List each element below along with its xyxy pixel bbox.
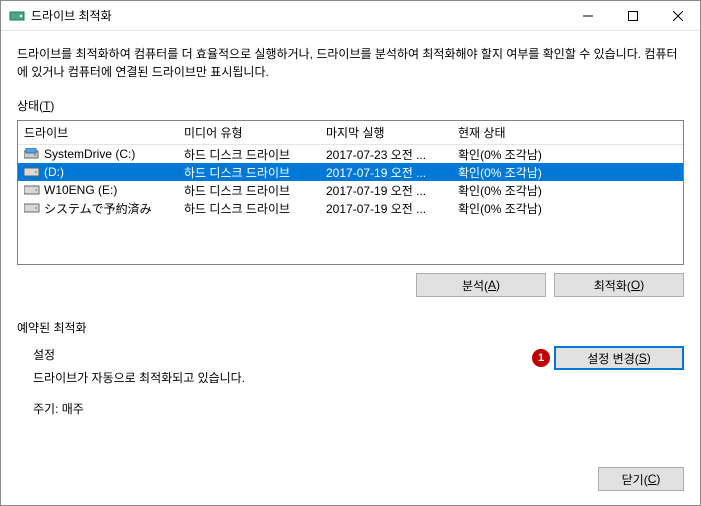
drive-name: (D:) — [44, 165, 64, 179]
frequency-line: 주기: 매주 — [33, 400, 532, 417]
last-run: 2017-07-23 오전 ... — [320, 145, 452, 164]
close-button[interactable] — [655, 1, 700, 30]
action-buttons-row: 분석(A) 최적화(O) — [17, 273, 684, 297]
current-status: 확인(0% 조각남) — [452, 199, 683, 218]
drive-name: W10ENG (E:) — [44, 183, 117, 197]
status-section-label: 상태(T) — [17, 97, 684, 114]
schedule-row: 설정 드라이브가 자동으로 최적화되고 있습니다. 주기: 매주 1 설정 변경… — [17, 346, 684, 431]
maximize-button[interactable] — [610, 1, 655, 30]
window-title: 드라이브 최적화 — [31, 7, 565, 24]
scheduled-label: 예약된 최적화 — [17, 319, 684, 336]
scheduled-section: 예약된 최적화 설정 드라이브가 자동으로 최적화되고 있습니다. 주기: 매주… — [17, 319, 684, 453]
minimize-button[interactable] — [565, 1, 610, 30]
settings-title: 설정 — [33, 346, 532, 363]
last-run: 2017-07-19 오전 ... — [320, 199, 452, 218]
col-header-status[interactable]: 현재 상태 — [452, 120, 683, 145]
table-row[interactable]: (D:) 하드 디스크 드라이브2017-07-19 오전 ...확인(0% 조각… — [18, 163, 683, 181]
optimize-drives-window: 드라이브 최적화 드라이브를 최적화하여 컴퓨터를 더 효율적으로 실행하거나,… — [0, 0, 701, 506]
drive-name: システムで予約済み — [44, 200, 152, 217]
col-header-last[interactable]: 마지막 실행 — [320, 120, 452, 145]
app-icon — [9, 8, 25, 24]
table-row[interactable]: W10ENG (E:) 하드 디스크 드라이브2017-07-19 오전 ...확… — [18, 181, 683, 199]
schedule-info: 설정 드라이브가 자동으로 최적화되고 있습니다. 주기: 매주 — [17, 346, 532, 431]
titlebar: 드라이브 최적화 — [1, 1, 700, 31]
drive-list[interactable]: 드라이브 미디어 유형 마지막 실행 현재 상태 SystemDrive (C:… — [17, 120, 684, 265]
list-body: SystemDrive (C:)하드 디스크 드라이브2017-07-23 오전… — [18, 145, 683, 264]
media-type: 하드 디스크 드라이브 — [178, 145, 320, 164]
current-status: 확인(0% 조각남) — [452, 181, 683, 200]
last-run: 2017-07-19 오전 ... — [320, 163, 452, 182]
media-type: 하드 디스크 드라이브 — [178, 199, 320, 218]
drive-icon — [24, 184, 40, 196]
col-header-media[interactable]: 미디어 유형 — [178, 120, 320, 145]
table-row[interactable]: SystemDrive (C:) 하드 디스크 드라이브2017-07-23 오전… — [18, 145, 683, 163]
table-row[interactable]: システムで予約済み 하드 디스크 드라이브2017-07-19 오전 ...확인(… — [18, 199, 683, 217]
media-type: 하드 디스크 드라이브 — [178, 163, 320, 182]
drive-icon — [24, 202, 40, 214]
description-text: 드라이브를 최적화하여 컴퓨터를 더 효율적으로 실행하거나, 드라이브를 분석… — [17, 45, 684, 81]
last-run: 2017-07-19 오전 ... — [320, 181, 452, 200]
list-header: 드라이브 미디어 유형 마지막 실행 현재 상태 — [18, 121, 683, 145]
drive-name: SystemDrive (C:) — [44, 147, 135, 161]
col-header-drive[interactable]: 드라이브 — [18, 120, 178, 145]
step-badge-1: 1 — [532, 349, 550, 367]
media-type: 하드 디스크 드라이브 — [178, 181, 320, 200]
auto-optimize-line: 드라이브가 자동으로 최적화되고 있습니다. — [33, 369, 532, 386]
content-area: 드라이브를 최적화하여 컴퓨터를 더 효율적으로 실행하거나, 드라이브를 분석… — [1, 31, 700, 463]
current-status: 확인(0% 조각남) — [452, 163, 683, 182]
drive-icon — [24, 148, 40, 160]
change-settings-wrap: 1 설정 변경(S) — [532, 346, 684, 370]
drive-icon — [24, 166, 40, 178]
close-dialog-button[interactable]: 닫기(C) — [598, 467, 684, 491]
analyze-button[interactable]: 분석(A) — [416, 273, 546, 297]
optimize-button[interactable]: 최적화(O) — [554, 273, 684, 297]
current-status: 확인(0% 조각남) — [452, 145, 683, 164]
change-settings-button[interactable]: 설정 변경(S) — [554, 346, 684, 370]
footer-row: 닫기(C) — [1, 463, 700, 505]
